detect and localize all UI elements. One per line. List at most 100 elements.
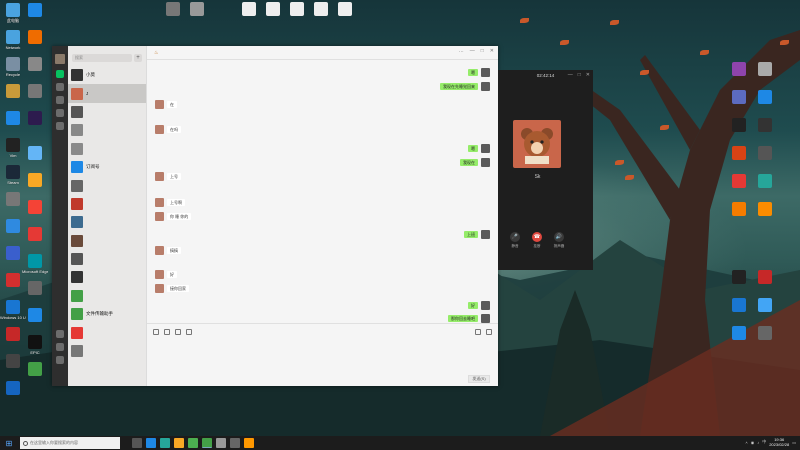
sent-message[interactable]: 我现在先睡觉回来: [440, 82, 490, 91]
app-icon[interactable]: [216, 438, 226, 448]
received-message[interactable]: 接你回家: [155, 284, 189, 293]
desktop-icon[interactable]: [22, 281, 48, 296]
chat-list-item[interactable]: [68, 121, 146, 139]
chat-nav-icon[interactable]: [56, 70, 64, 78]
contacts-nav-icon[interactable]: [56, 83, 64, 91]
message-bubble[interactable]: 你 睡 你的: [167, 213, 192, 220]
favorites-nav-icon[interactable]: [56, 96, 64, 104]
message-avatar[interactable]: [155, 270, 164, 279]
tray-chevron-icon[interactable]: ˄: [745, 440, 747, 445]
desktop-icon[interactable]: [308, 2, 334, 17]
files-nav-icon[interactable]: [56, 109, 64, 117]
app-icon[interactable]: [244, 438, 254, 448]
task-view-icon[interactable]: [132, 438, 142, 448]
sent-message[interactable]: 我现在: [460, 158, 490, 167]
message-bubble[interactable]: 上号: [167, 173, 181, 180]
desktop-icon[interactable]: [332, 2, 358, 17]
desktop-icon[interactable]: [22, 173, 48, 188]
message-avatar[interactable]: [481, 230, 490, 239]
desktop-icon[interactable]: Microsoft Edge: [22, 254, 48, 274]
message-avatar[interactable]: [155, 198, 164, 207]
message-avatar[interactable]: [155, 212, 164, 221]
message-input-area[interactable]: 发送(S): [147, 323, 498, 386]
sent-message[interactable]: 上班: [464, 230, 490, 239]
desktop-icon[interactable]: [752, 298, 778, 313]
start-button[interactable]: ⊞: [0, 436, 18, 450]
message-avatar[interactable]: [155, 125, 164, 134]
chat-list-item[interactable]: [68, 250, 146, 268]
received-message[interactable]: 在吗: [155, 125, 181, 134]
message-bubble[interactable]: 嗯: [468, 145, 478, 152]
emoji-icon[interactable]: [153, 329, 159, 335]
received-message[interactable]: 上号啊: [155, 198, 185, 207]
ime-icon[interactable]: 中: [762, 439, 766, 445]
app-icon[interactable]: [160, 438, 170, 448]
message-avatar[interactable]: [481, 68, 490, 77]
more-button[interactable]: …: [459, 48, 464, 54]
desktop-icon[interactable]: [726, 298, 752, 313]
message-bubble[interactable]: 好: [468, 302, 478, 309]
volume-icon[interactable]: ♪: [757, 440, 759, 445]
sent-message[interactable]: 嗯: [468, 68, 490, 77]
desktop-icon[interactable]: [22, 3, 48, 18]
message-avatar[interactable]: [481, 144, 490, 153]
desktop-icon[interactable]: [752, 118, 778, 133]
user-avatar[interactable]: [55, 54, 65, 64]
taskbar-search-input[interactable]: 在这里输入你要搜索的内容: [20, 437, 120, 449]
received-message[interactable]: 搞搞: [155, 246, 181, 255]
message-bubble[interactable]: 那你回去睡吧: [448, 315, 478, 322]
wechat-icon[interactable]: [202, 438, 212, 448]
system-clock[interactable]: 19:36 2023/02/28: [769, 437, 789, 447]
mute-button[interactable]: 🎤 静音: [505, 232, 525, 249]
desktop-icon[interactable]: [752, 270, 778, 285]
chat-list-item[interactable]: 订阅号: [68, 158, 146, 176]
chat-list-item[interactable]: [68, 140, 146, 158]
received-message[interactable]: 好: [155, 270, 177, 279]
desktop-icon[interactable]: [752, 90, 778, 105]
message-bubble[interactable]: 好: [167, 271, 177, 278]
speaker-button[interactable]: 🔊 扬声器: [549, 232, 569, 249]
wechat-window[interactable]: 搜索 + 小莫 J 订阅号 文件传输助手 ♨ … — □ ✕ 嗯我现在先睡觉回来在在吗…: [52, 46, 498, 386]
message-bubble[interactable]: 接你回家: [167, 285, 189, 292]
chat-list-item[interactable]: [68, 287, 146, 305]
maximize-button[interactable]: □: [481, 48, 484, 54]
edge-icon[interactable]: [146, 438, 156, 448]
desktop-icon[interactable]: [22, 30, 48, 45]
add-chat-button[interactable]: +: [134, 54, 142, 62]
chat-list-item[interactable]: [68, 342, 146, 360]
received-message[interactable]: 上号: [155, 172, 181, 181]
desktop-icon[interactable]: [160, 2, 186, 17]
message-avatar[interactable]: [481, 158, 490, 167]
sent-message[interactable]: 好: [468, 301, 490, 310]
message-bubble[interactable]: 上号啊: [167, 199, 185, 206]
desktop-icon[interactable]: [0, 381, 26, 396]
desktop-icon[interactable]: [726, 174, 752, 189]
sent-message[interactable]: 那你回去睡吧: [448, 314, 490, 323]
chat-list-item[interactable]: [68, 268, 146, 286]
desktop-icon[interactable]: [22, 111, 48, 126]
sent-message[interactable]: 嗯: [468, 144, 490, 153]
voice-call-icon[interactable]: [475, 329, 481, 335]
message-avatar[interactable]: [481, 82, 490, 91]
chat-list-item[interactable]: 文件传输助手: [68, 305, 146, 323]
received-message[interactable]: 你 睡 你的: [155, 212, 192, 221]
message-avatar[interactable]: [155, 172, 164, 181]
message-bubble[interactable]: 搞搞: [167, 247, 181, 254]
call-close-button[interactable]: ✕: [586, 72, 590, 78]
chat-list-item[interactable]: [68, 195, 146, 213]
desktop-icon[interactable]: [22, 84, 48, 99]
send-button[interactable]: 发送(S): [468, 375, 490, 383]
message-bubble[interactable]: 我现在: [460, 159, 478, 166]
desktop-icon[interactable]: [22, 362, 48, 377]
desktop-icon[interactable]: [726, 326, 752, 341]
desktop-icon[interactable]: [726, 118, 752, 133]
voice-call-window[interactable]: 02:42:14 — □ ✕ Sk 🎤 静音 ☎ 挂断 🔊 扬声器: [498, 70, 593, 270]
notification-icon[interactable]: ▭: [792, 440, 796, 445]
call-minimize-button[interactable]: —: [568, 72, 573, 78]
desktop-icon[interactable]: EPIC: [22, 335, 48, 355]
desktop-icon[interactable]: [752, 202, 778, 217]
chat-history-icon[interactable]: [186, 329, 192, 335]
message-avatar[interactable]: [155, 100, 164, 109]
message-bubble[interactable]: 在: [167, 101, 177, 108]
chat-list-item[interactable]: [68, 176, 146, 194]
